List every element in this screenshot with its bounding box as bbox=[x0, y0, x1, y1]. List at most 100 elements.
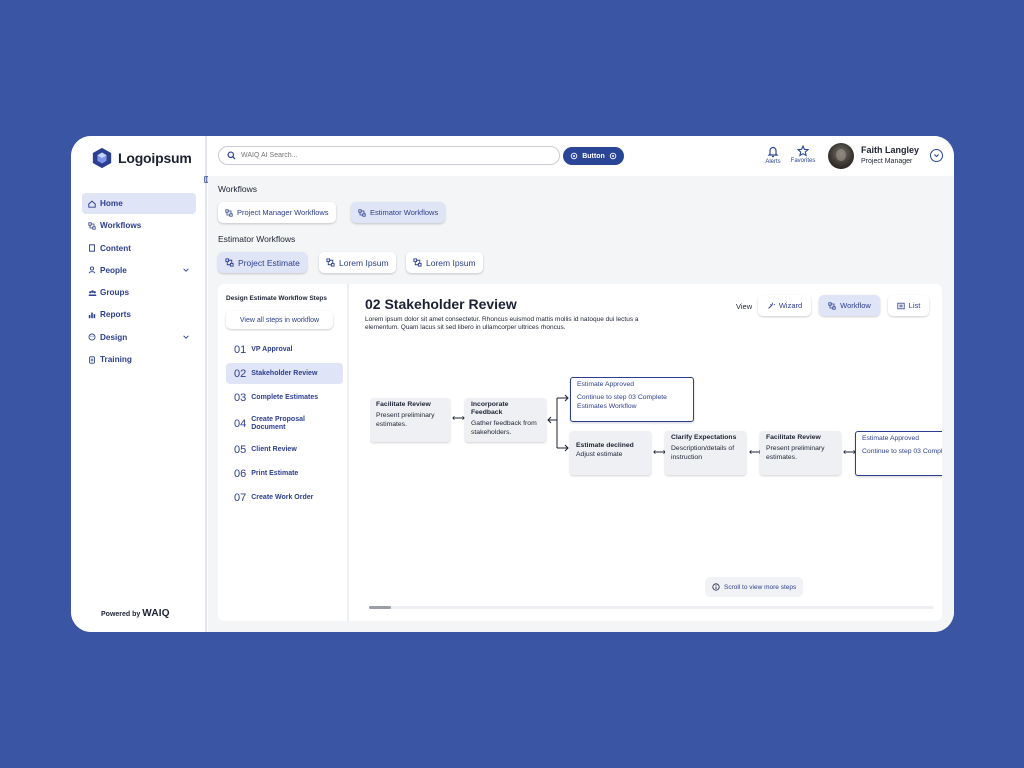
flow-node-estimate-approved[interactable]: Estimate Approved Continue to step 03 Co… bbox=[570, 377, 694, 422]
favorites-label: Favorites bbox=[790, 158, 816, 164]
favorites-button[interactable]: Favorites bbox=[788, 145, 818, 164]
step-number: 05 bbox=[234, 443, 247, 456]
flow-node-clarify-expectations[interactable]: Clarify Expectations Description/details… bbox=[665, 431, 746, 475]
header-button[interactable]: Button bbox=[563, 147, 624, 165]
flow-node-title: Incorporate Feedback bbox=[471, 401, 509, 416]
tab-label: Lorem Ipsum bbox=[426, 257, 476, 268]
sparkle-icon bbox=[570, 152, 578, 160]
flow-node-facilitate-review[interactable]: Facilitate Review Present preliminary es… bbox=[370, 398, 450, 442]
sidebar-item-workflows[interactable]: Workflows bbox=[82, 215, 196, 236]
chart-icon bbox=[87, 311, 97, 319]
flow-node-title: Estimate Approved bbox=[577, 381, 635, 388]
tab-label: Project Estimate bbox=[238, 257, 300, 268]
step-detail-description: Lorem ipsum dolor sit amet consectetur. … bbox=[365, 316, 639, 331]
scrollbar-thumb[interactable] bbox=[369, 606, 391, 609]
logo[interactable]: Logoipsum bbox=[91, 147, 192, 169]
step-label: Create Work Order bbox=[251, 493, 314, 501]
flow-node-facilitate-review-2[interactable]: Facilitate Review Present preliminary es… bbox=[760, 431, 841, 475]
step-item[interactable]: 01 VP Approval bbox=[226, 339, 343, 360]
home-icon bbox=[87, 200, 97, 208]
flow-node-desc: Description/details of instruction bbox=[671, 445, 735, 461]
sidebar-item-people[interactable]: People bbox=[82, 260, 196, 281]
scroll-hint-text: Scroll to view more steps bbox=[724, 583, 797, 591]
tab-project-manager-workflows[interactable]: Project Manager Workflows bbox=[218, 202, 336, 223]
user-menu-button[interactable] bbox=[930, 149, 943, 162]
chevron-down-icon bbox=[934, 154, 939, 158]
step-item[interactable]: 06 Print Estimate bbox=[226, 463, 343, 484]
step-item[interactable]: 03 Complete Estimates bbox=[226, 387, 343, 408]
scroll-hint: Scroll to view more steps bbox=[705, 577, 804, 597]
sidebar-item-label: Workflows bbox=[100, 221, 142, 231]
avatar[interactable] bbox=[828, 143, 854, 169]
tab-estimator-workflows[interactable]: Estimator Workflows bbox=[351, 202, 446, 223]
chevron-down-icon[interactable] bbox=[182, 266, 190, 274]
alerts-button[interactable]: Alerts bbox=[758, 145, 788, 165]
tab-project-estimate[interactable]: Project Estimate bbox=[218, 252, 307, 273]
sidebar-item-label: Groups bbox=[100, 288, 130, 298]
horizontal-scrollbar[interactable] bbox=[369, 606, 934, 609]
sidebar-item-design[interactable]: Design bbox=[82, 327, 196, 348]
flow-node-title: Estimate declined bbox=[576, 442, 634, 449]
view-all-steps-button[interactable]: View all steps in workflow bbox=[226, 311, 333, 329]
flow-node-title: Estimate Approved bbox=[862, 435, 920, 442]
view-label: View bbox=[736, 302, 753, 311]
header-button-label: Button bbox=[582, 152, 605, 160]
info-icon bbox=[712, 583, 720, 591]
step-item[interactable]: 07 Create Work Order bbox=[226, 487, 343, 508]
workflow-icon bbox=[225, 258, 234, 267]
flow-node-estimate-approved-2[interactable]: Estimate Approved Continue to step 03 Co… bbox=[855, 431, 942, 476]
view-list-button[interactable]: List bbox=[888, 295, 929, 316]
tab-label: Estimator Workflows bbox=[370, 208, 439, 217]
step-item-active[interactable]: 02 Stakeholder Review bbox=[226, 363, 343, 384]
workflow-icon bbox=[828, 301, 836, 310]
view-list-label: List bbox=[908, 301, 921, 310]
step-label: Client Review bbox=[251, 445, 297, 453]
steps-column: Design Estimate Workflow Steps View all … bbox=[218, 284, 349, 621]
chevron-down-icon[interactable] bbox=[182, 333, 190, 341]
sidebar-item-label: Reports bbox=[100, 310, 131, 320]
view-workflow-button[interactable]: Workflow bbox=[819, 295, 880, 316]
sidebar-item-home[interactable]: Home bbox=[82, 193, 196, 214]
app-window: Logoipsum Home Workflows Content People bbox=[71, 136, 954, 632]
flow-node-title: Facilitate Review bbox=[766, 434, 821, 441]
workflow-canvas: Facilitate Review Present preliminary es… bbox=[370, 376, 942, 486]
step-number: 06 bbox=[234, 467, 247, 480]
step-number: 01 bbox=[234, 343, 247, 356]
user-name: Faith Langley bbox=[861, 145, 920, 155]
tab-lorem-ipsum-2[interactable]: Lorem Ipsum bbox=[406, 252, 483, 273]
flow-node-title: Facilitate Review bbox=[376, 401, 431, 408]
sidebar-item-label: People bbox=[100, 265, 127, 275]
step-item[interactable]: 05 Client Review bbox=[226, 439, 343, 460]
sidebar-item-label: Design bbox=[100, 332, 128, 342]
tab-lorem-ipsum-1[interactable]: Lorem Ipsum bbox=[319, 252, 396, 273]
flow-node-desc: Present preliminary estimates. bbox=[376, 412, 435, 428]
flow-node-estimate-declined[interactable]: Estimate declined Adjust estimate bbox=[570, 431, 651, 475]
sidebar-item-label: Training bbox=[100, 355, 132, 365]
step-label: Stakeholder Review bbox=[251, 369, 318, 377]
view-wizard-button[interactable]: Wizard bbox=[758, 295, 811, 316]
workflow-icon bbox=[413, 258, 422, 267]
top-header: Button Alerts Favorites Faith Langley Pr… bbox=[208, 136, 954, 176]
double-arrow-icon: ⟷ bbox=[452, 413, 465, 423]
flow-node-title: Clarify Expectations bbox=[671, 434, 737, 441]
step-item[interactable]: 04 Create Proposal Document bbox=[226, 412, 343, 436]
search-bar[interactable] bbox=[218, 146, 560, 165]
search-icon bbox=[227, 151, 236, 160]
search-input[interactable] bbox=[241, 152, 541, 159]
view-wizard-label: Wizard bbox=[778, 301, 803, 310]
logo-mark-icon bbox=[92, 147, 112, 169]
powered-by: Powered by WAIQ bbox=[101, 608, 170, 619]
alerts-label: Alerts bbox=[765, 159, 781, 165]
sidebar-item-groups[interactable]: Groups bbox=[82, 282, 196, 303]
sidebar-item-content[interactable]: Content bbox=[82, 238, 196, 259]
workflows-title: Workflows bbox=[218, 184, 258, 194]
flow-node-incorporate-feedback[interactable]: Incorporate Feedback Gather feedback fro… bbox=[465, 398, 546, 442]
workflow-icon bbox=[225, 208, 233, 217]
sidebar-item-training[interactable]: Training bbox=[82, 349, 196, 370]
tab-label: Lorem Ipsum bbox=[339, 257, 389, 268]
step-number: 02 bbox=[234, 367, 247, 380]
sidebar-item-reports[interactable]: Reports bbox=[82, 304, 196, 325]
step-number: 07 bbox=[234, 491, 247, 504]
workflow-icon bbox=[326, 258, 335, 267]
flow-node-desc: Continue to step 03 Complete Estimates W… bbox=[577, 394, 667, 410]
